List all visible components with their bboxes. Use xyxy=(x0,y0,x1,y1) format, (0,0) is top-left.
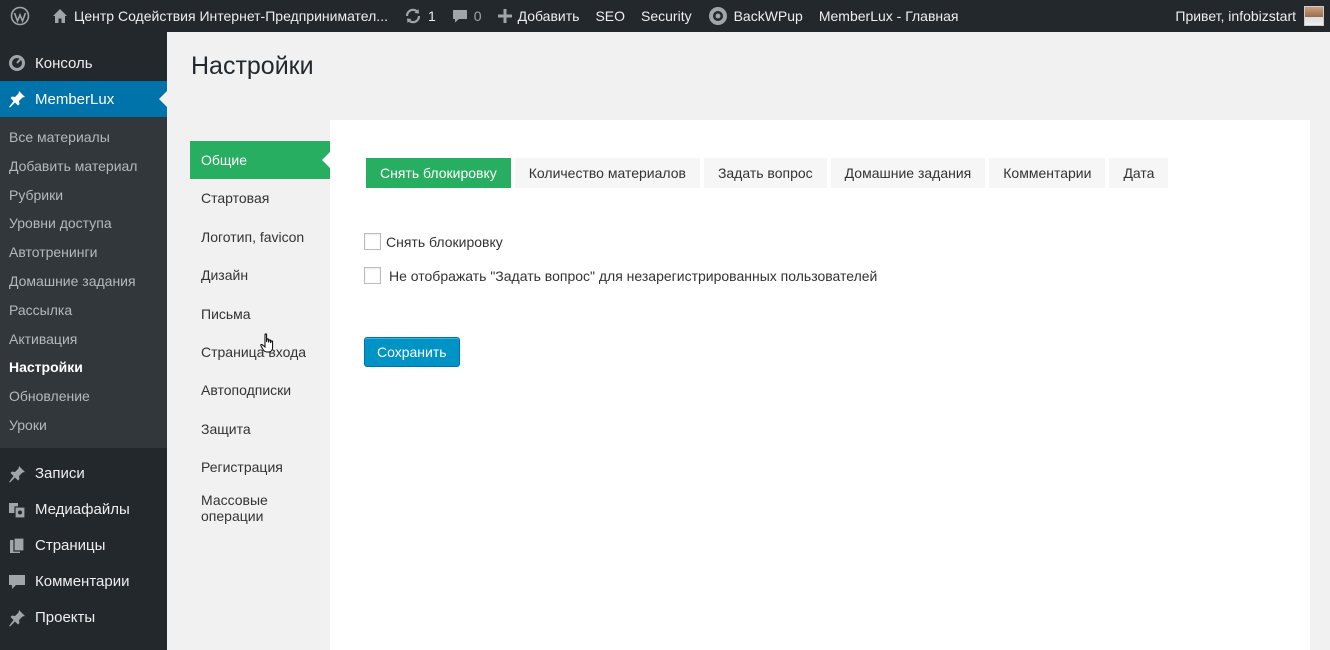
menu-dashboard[interactable]: Консоль xyxy=(0,45,167,81)
submenu-autotrainings[interactable]: Автотренинги xyxy=(0,238,167,267)
menu-projects[interactable]: Проекты xyxy=(0,600,167,636)
seo-link[interactable]: SEO xyxy=(587,0,633,32)
menu-posts[interactable]: Записи xyxy=(0,456,167,492)
submenu-categories[interactable]: Рубрики xyxy=(0,181,167,210)
submenu-activation[interactable]: Активация xyxy=(0,325,167,354)
security-label: Security xyxy=(641,8,692,24)
security-link[interactable]: Security xyxy=(633,0,700,32)
comment-bubble-icon xyxy=(452,8,468,24)
tab-comments[interactable]: Комментарии xyxy=(989,158,1106,188)
submenu-lessons[interactable]: Уроки xyxy=(0,411,167,440)
menu-dashboard-label: Консоль xyxy=(35,54,93,72)
unblock-label: Снять блокировку xyxy=(386,233,503,250)
backwpup-label: BackWPup xyxy=(733,8,803,24)
menu-memberlux-label: MemberLux xyxy=(35,90,115,108)
site-name-link[interactable]: Центр Содействия Интернет-Предпринимател… xyxy=(44,0,396,32)
settings-nav-start[interactable]: Стартовая xyxy=(190,179,330,217)
media-icon xyxy=(7,501,27,519)
backwpup-link[interactable]: BackWPup xyxy=(700,0,811,32)
admin-bar: Центр Содействия Интернет-Предпринимател… xyxy=(0,0,1330,32)
add-new-label: Добавить xyxy=(517,8,580,24)
menu-pages-label: Страницы xyxy=(35,537,106,555)
hide-ask-option[interactable]: Не отображать "Задать вопрос" для незаре… xyxy=(364,267,877,284)
settings-nav-design[interactable]: Дизайн xyxy=(190,256,330,294)
menu-pages[interactable]: Страницы xyxy=(0,528,167,564)
submenu-update[interactable]: Обновление xyxy=(0,382,167,411)
admin-menu: Консоль MemberLux Все материалы Добавить… xyxy=(0,32,167,650)
tab-materials-count[interactable]: Количество материалов xyxy=(514,158,700,188)
pushpin-icon xyxy=(7,465,27,483)
settings-nav-protection[interactable]: Защита xyxy=(190,410,330,448)
avatar xyxy=(1304,6,1324,26)
settings-nav-bulk-operations[interactable]: Массовые операции xyxy=(190,487,290,527)
submenu-settings[interactable]: Настройки xyxy=(0,353,167,382)
menu-comments-label: Комментарии xyxy=(35,573,130,591)
dashboard-gauge-icon xyxy=(7,54,27,72)
tab-homework[interactable]: Домашние задания xyxy=(830,158,986,188)
greeting: Привет, infobizstart xyxy=(1175,8,1296,24)
tab-date[interactable]: Дата xyxy=(1109,158,1169,188)
menu-comments[interactable]: Комментарии xyxy=(0,564,167,600)
settings-tabs: Снять блокировку Количество материалов З… xyxy=(366,158,1172,188)
memberlux-home-label: MemberLux - Главная xyxy=(818,8,959,24)
page-title: Настройки xyxy=(191,52,314,80)
add-new-link[interactable]: Добавить xyxy=(490,0,588,32)
wordpress-logo-button[interactable] xyxy=(0,0,44,32)
tab-unblock[interactable]: Снять блокировку xyxy=(366,158,511,188)
menu-projects-label: Проекты xyxy=(35,609,96,627)
menu-media[interactable]: Медиафайлы xyxy=(0,492,167,528)
unblock-checkbox[interactable] xyxy=(364,233,381,250)
menu-group-content: Записи Медиафайлы Страницы Комментарии П… xyxy=(0,448,167,636)
hide-ask-label: Не отображать "Задать вопрос" для незаре… xyxy=(389,267,878,284)
settings-nav-logo-favicon[interactable]: Логотип, favicon xyxy=(190,218,330,256)
plus-icon xyxy=(497,9,512,23)
updates-link[interactable]: 1 xyxy=(396,0,444,32)
pushpin-icon xyxy=(7,609,27,627)
wordpress-logo-icon xyxy=(10,6,30,26)
refresh-icon xyxy=(404,7,422,25)
settings-nav-registration[interactable]: Регистрация xyxy=(190,448,330,486)
pushpin-icon xyxy=(7,90,27,108)
menu-posts-label: Записи xyxy=(35,465,85,483)
pages-icon xyxy=(7,537,27,555)
submenu-homework[interactable]: Домашние задания xyxy=(0,267,167,296)
my-account-link[interactable]: Привет, infobizstart xyxy=(1175,0,1324,32)
comment-bubble-icon xyxy=(7,573,27,591)
menu-memberlux[interactable]: MemberLux xyxy=(0,81,167,117)
memberlux-submenu: Все материалы Добавить материал Рубрики … xyxy=(0,117,167,448)
settings-nav-autosubscriptions[interactable]: Автоподписки xyxy=(190,371,330,409)
hand-cursor-icon xyxy=(260,333,278,358)
seo-label: SEO xyxy=(595,8,626,24)
submenu-mailing[interactable]: Рассылка xyxy=(0,296,167,325)
submenu-access-levels[interactable]: Уровни доступа xyxy=(0,209,167,238)
unblock-option[interactable]: Снять блокировку xyxy=(364,233,503,250)
comments-link[interactable]: 0 xyxy=(444,0,490,32)
submenu-add-material[interactable]: Добавить материал xyxy=(0,152,167,181)
home-icon xyxy=(52,8,68,24)
tab-ask-question[interactable]: Задать вопрос xyxy=(703,158,827,188)
hide-ask-checkbox[interactable] xyxy=(364,267,381,284)
settings-nav-emails[interactable]: Письма xyxy=(190,295,330,333)
submenu-all-materials[interactable]: Все материалы xyxy=(0,123,167,152)
menu-media-label: Медиафайлы xyxy=(35,501,130,519)
backwpup-logo-icon xyxy=(708,6,728,26)
site-name: Центр Содействия Интернет-Предпринимател… xyxy=(74,8,388,24)
save-button[interactable]: Сохранить xyxy=(364,337,460,367)
settings-content-panel: Снять блокировку Количество материалов З… xyxy=(330,120,1310,650)
comments-count: 0 xyxy=(473,8,482,24)
settings-nav-general[interactable]: Общие xyxy=(190,141,330,180)
memberlux-home-link[interactable]: MemberLux - Главная xyxy=(811,0,967,32)
updates-count: 1 xyxy=(427,8,436,24)
